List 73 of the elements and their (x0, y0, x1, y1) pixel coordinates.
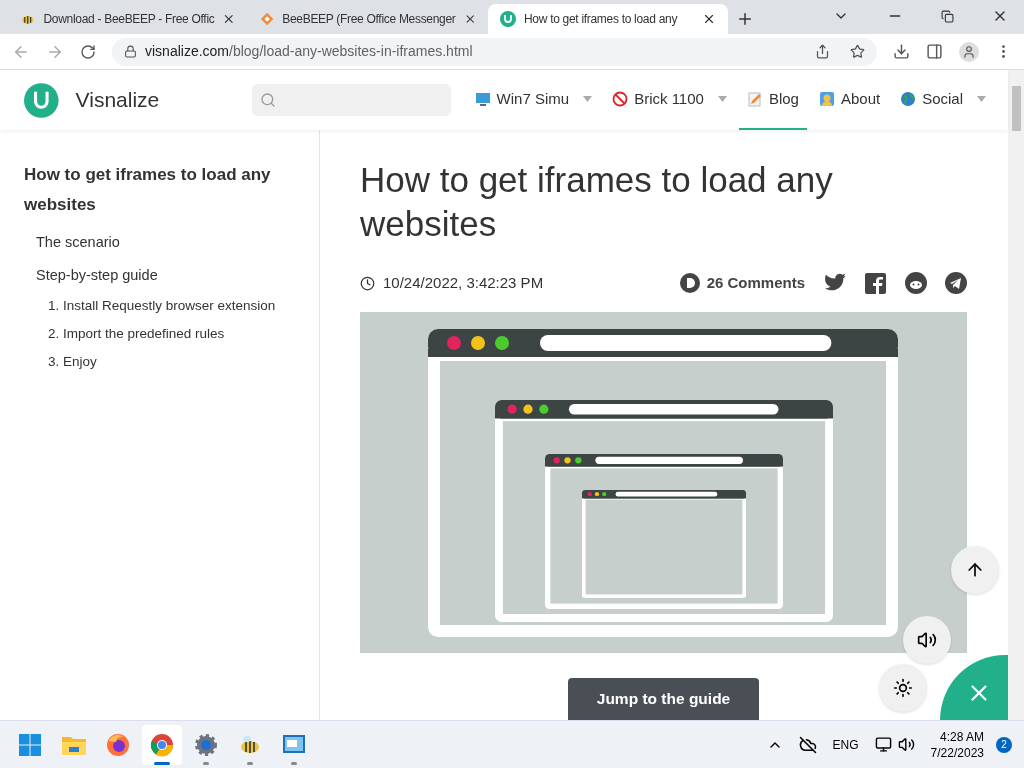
date-text: 7/22/2023 (930, 744, 984, 761)
site-name[interactable]: Visnalize (75, 84, 234, 116)
nav-menu-item[interactable]: About (810, 70, 889, 130)
jump-to-guide-button[interactable]: Jump to the guide (568, 678, 759, 720)
globe-icon (900, 91, 917, 107)
scrollbar-thumb[interactable] (1011, 86, 1021, 131)
reddit-icon[interactable] (905, 272, 927, 295)
scroll-top-button[interactable] (951, 546, 999, 594)
bookmark-icon[interactable] (850, 44, 865, 59)
comments-link[interactable]: 26 Comments (706, 272, 805, 295)
toc-link[interactable]: The scenario (36, 226, 303, 259)
address-field[interactable]: visnalize.com/blog/load-any-websites-in-iframes.html (112, 37, 877, 66)
monitor-icon (474, 91, 491, 107)
facebook-icon[interactable] (865, 272, 886, 294)
logo-icon[interactable] (24, 82, 59, 118)
nav-label: Win7 Simu (496, 88, 570, 109)
nav-menu-item[interactable]: Win7 Simu (466, 70, 601, 130)
toc-link[interactable]: 1. Install Requestly browser extension (48, 292, 303, 320)
browser-tab[interactable]: BeeBEEP (Free Office Messenger (248, 4, 488, 34)
search-icon (259, 92, 276, 108)
nav-menu-item[interactable]: Blog (738, 70, 807, 130)
theme-button[interactable] (879, 664, 927, 712)
toc-link[interactable]: 2. Import the predefined rules (48, 320, 303, 348)
notification-badge[interactable]: 2 (996, 736, 1012, 753)
nav-label: About (840, 88, 881, 109)
browser-tab[interactable]: How to get iframes to load any (488, 4, 728, 34)
tab-title: Download - BeeBEEP - Free Offic (43, 11, 215, 28)
comment-icon (678, 272, 701, 295)
search-field[interactable] (251, 84, 451, 116)
logo-icon (500, 11, 516, 27)
restore-icon[interactable] (941, 10, 954, 23)
person-icon (818, 91, 835, 107)
toc-title[interactable]: How to get iframes to load any websites (24, 160, 303, 220)
url-text: visnalize.com/blog/load-any-websites-in-iframes.html (145, 42, 474, 61)
tab-title: How to get iframes to load any (524, 11, 679, 28)
close-icon[interactable] (222, 12, 236, 26)
tab-title: BeeBEEP (Free Office Messenger (282, 11, 456, 28)
windows-icon (18, 732, 42, 757)
post-date: 10/24/2022, 3:42:23 PM (383, 273, 545, 293)
nav-menu-item[interactable]: Social (892, 70, 994, 130)
side-panel-icon[interactable] (926, 43, 943, 60)
chrome-icon (150, 732, 174, 757)
memo-icon (746, 91, 763, 107)
firefox-icon (106, 732, 130, 757)
clock-icon (360, 275, 375, 291)
time-text: 4:28 AM (939, 728, 984, 745)
nav-label: Social (922, 88, 963, 109)
volume-icon[interactable] (897, 736, 915, 753)
gear-icon (194, 732, 218, 757)
taskbar-app[interactable] (142, 724, 182, 765)
nav-label: Brick 1100 (634, 88, 704, 109)
nav-menu-item[interactable]: Brick 1100 (604, 70, 735, 130)
share-icon[interactable] (815, 44, 830, 59)
toc-link[interactable]: Step-by-step guide (36, 259, 303, 292)
new-tab-icon[interactable] (736, 10, 754, 28)
clock[interactable]: 4:28 AM 7/22/2023 (930, 728, 984, 761)
browser-tab[interactable]: Download - BeeBEEP - Free Offic (8, 4, 248, 34)
reload-icon[interactable] (80, 43, 96, 60)
nav-label: Blog (768, 88, 799, 109)
cloud-off-icon[interactable] (798, 735, 817, 754)
network-icon[interactable] (874, 736, 892, 753)
sun-icon (893, 678, 913, 698)
lock-icon (124, 45, 137, 58)
toc-link[interactable]: 3. Enjoy (48, 348, 303, 376)
close-icon[interactable] (702, 12, 716, 26)
article-title: How to get iframes to load any websites (360, 159, 834, 245)
speaker-icon (917, 630, 937, 650)
telegram-icon[interactable] (945, 272, 967, 295)
prohibited-icon (612, 91, 629, 107)
language-indicator[interactable]: ENG (832, 735, 859, 754)
download-icon[interactable] (893, 43, 910, 60)
profile-icon[interactable] (959, 41, 979, 62)
diamond-icon (260, 11, 275, 27)
